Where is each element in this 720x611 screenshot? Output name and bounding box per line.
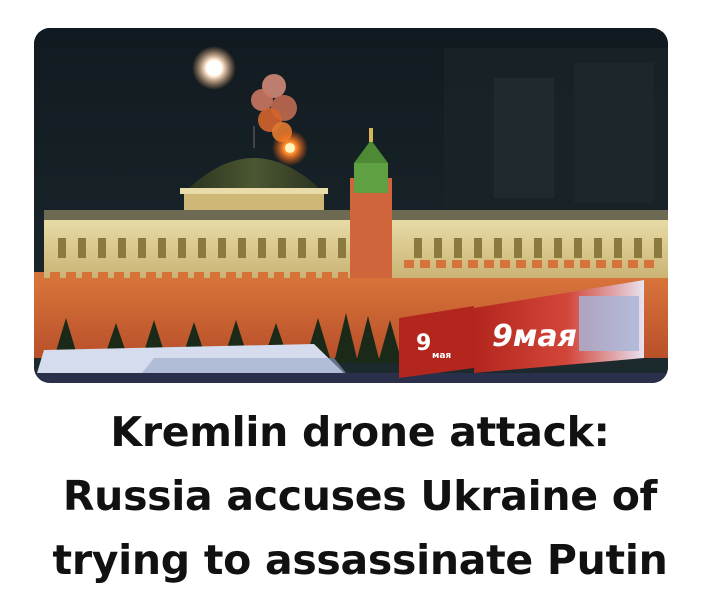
distant-building [494, 78, 554, 198]
drone-light [206, 60, 222, 76]
kremlin-night-scene: 9 мая 9мая [34, 28, 668, 383]
news-photo: 9 мая 9мая [34, 28, 668, 383]
tower-finial [369, 128, 373, 142]
headline-line-2: Russia accuses Ukraine of [62, 472, 658, 520]
tower-top [354, 163, 388, 193]
headline: Kremlin drone attack: Russia accuses Ukr… [0, 400, 720, 592]
distant-building [574, 63, 654, 203]
billboard-image-panel [579, 296, 639, 351]
headline-line-3: trying to assassinate Putin [52, 536, 668, 584]
headline-line-1: Kremlin drone attack: [110, 408, 610, 456]
dome-ring [180, 188, 328, 194]
flagpole [253, 126, 255, 148]
billboard-small-number: 9 [416, 331, 431, 356]
fire-core [285, 143, 295, 153]
red-square-ground [34, 373, 668, 383]
billboard-large-text: 9мая [492, 319, 577, 354]
billboard-small-sub: мая [432, 351, 451, 361]
billboard-left: 9 мая [399, 306, 474, 378]
